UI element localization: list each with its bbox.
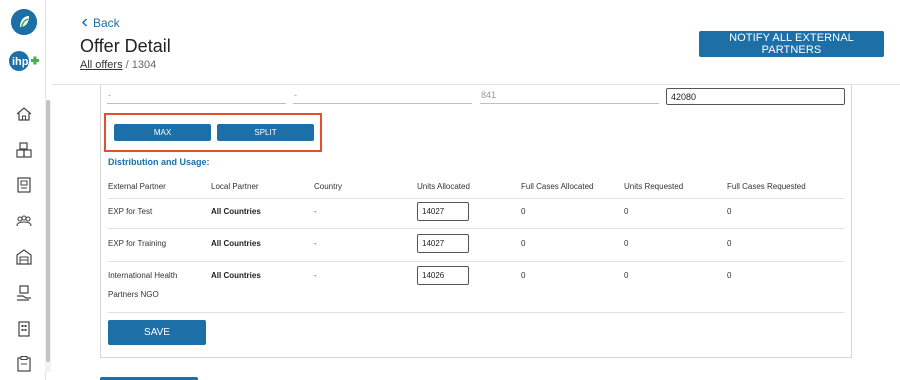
row1-external-partner: EXP for Test	[108, 207, 153, 216]
row2-country: -	[314, 239, 317, 248]
row2-external-partner: EXP for Training	[108, 239, 167, 248]
row1-full-cases-allocated: 0	[521, 207, 526, 216]
column-header-units-allocated: Units Allocated	[417, 182, 470, 191]
svg-text:ihp: ihp	[12, 56, 29, 68]
row-divider	[107, 312, 845, 313]
notify-all-external-partners-button[interactable]: NOTIFY ALL EXTERNAL PARTNERS	[699, 31, 884, 57]
row2-units-requested: 0	[624, 239, 629, 248]
prev-row-cell-3: 841	[480, 90, 659, 104]
column-header-local-partner: Local Partner	[211, 182, 259, 191]
breadcrumb-all-offers-link[interactable]: All offers	[80, 59, 123, 71]
row1-country: -	[314, 207, 317, 216]
row2-local-partner: All Countries	[211, 239, 261, 248]
ihp-logo-icon: ihp	[8, 50, 40, 72]
column-header-external-partner: External Partner	[108, 182, 166, 191]
row3-full-cases-allocated: 0	[521, 271, 526, 280]
sidebar: ihp	[0, 0, 46, 380]
building-icon[interactable]	[15, 320, 33, 338]
document-icon[interactable]	[15, 176, 33, 194]
breadcrumb-current: 1304	[131, 59, 157, 71]
prev-row-input[interactable]	[666, 88, 845, 105]
row-divider	[107, 228, 845, 229]
row2-full-cases-allocated: 0	[521, 239, 526, 248]
boxes-icon[interactable]	[15, 141, 33, 159]
clipboard-icon[interactable]	[15, 355, 33, 373]
row3-external-partner-line1: International Health	[108, 271, 178, 280]
row3-full-cases-requested: 0	[727, 271, 732, 280]
row1-local-partner: All Countries	[211, 207, 261, 216]
row1-units-allocated-input[interactable]	[417, 202, 469, 221]
breadcrumb-separator: /	[125, 59, 129, 71]
row2-full-cases-requested: 0	[727, 239, 732, 248]
row-divider	[107, 261, 845, 262]
page-title: Offer Detail	[80, 36, 171, 56]
distribution-section-title: Distribution and Usage:	[108, 157, 210, 167]
prev-row-cell-2: -	[293, 90, 472, 104]
save-button[interactable]: SAVE	[108, 320, 206, 345]
column-header-full-cases-allocated: Full Cases Allocated	[521, 182, 594, 191]
row1-units-requested: 0	[624, 207, 629, 216]
chevron-left-icon	[81, 16, 88, 30]
row2-units-allocated-input[interactable]	[417, 234, 469, 253]
row3-units-allocated-input[interactable]	[417, 266, 469, 285]
column-header-country: Country	[314, 182, 343, 191]
sidebar-scrollbar-thumb[interactable]	[46, 100, 50, 362]
prev-row-cell-1: -	[107, 90, 286, 104]
back-link[interactable]: Back	[81, 16, 120, 30]
row3-external-partner-line2: Partners NGO	[108, 290, 159, 299]
split-button[interactable]: SPLIT	[217, 124, 314, 141]
row3-country: -	[314, 271, 317, 280]
hand-box-icon[interactable]	[15, 284, 33, 302]
warehouse-icon[interactable]	[15, 248, 33, 266]
column-header-units-requested: Units Requested	[624, 182, 684, 191]
app-logo-icon	[11, 9, 37, 35]
max-button[interactable]: MAX	[114, 124, 211, 141]
people-icon[interactable]	[15, 212, 33, 230]
breadcrumb: All offers / 1304	[80, 59, 156, 71]
column-header-full-cases-requested: Full Cases Requested	[727, 182, 806, 191]
back-label: Back	[93, 16, 120, 30]
row-divider	[107, 198, 845, 199]
row3-local-partner: All Countries	[211, 271, 261, 280]
home-icon[interactable]	[15, 105, 33, 123]
row3-units-requested: 0	[624, 271, 629, 280]
row1-full-cases-requested: 0	[727, 207, 732, 216]
